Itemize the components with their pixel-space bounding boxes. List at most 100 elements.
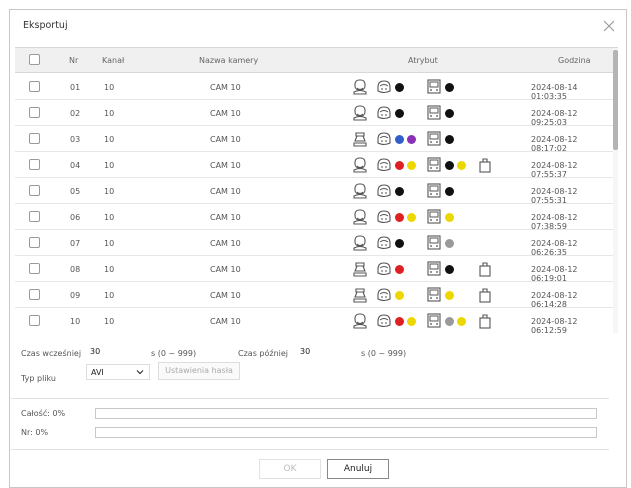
row-checkbox[interactable] (29, 315, 40, 326)
person-body-icon (353, 288, 367, 303)
vehicle-color-dot (445, 265, 454, 274)
cell-kanal: 10 (104, 265, 115, 274)
progress-total-label: Całość: 0% (21, 409, 66, 418)
cell-godzina: 2024-08-12 06:12:59 (531, 317, 578, 333)
table-row[interactable]: 10 10 CAM 10 2024-08-12 06:12:59 (15, 308, 615, 333)
cell-kanal: 10 (104, 187, 115, 196)
cell-kanal: 10 (104, 109, 115, 118)
bag-icon (479, 288, 491, 303)
vehicle-attribute-icon (427, 261, 441, 276)
table-row[interactable]: 03 10 CAM 10 2024-08-12 08:17:02 (15, 126, 615, 153)
face-color-dot (395, 265, 404, 274)
face-color-dot (407, 135, 416, 144)
cell-godzina: 2024-08-12 06:19:01 (531, 265, 578, 283)
face-attribute-icon (377, 158, 391, 172)
face-attribute-icon (377, 262, 391, 276)
header-atrybut: Atrybut (408, 56, 438, 65)
cell-nr: 09 (70, 291, 81, 300)
vehicle-color-dot (457, 161, 466, 170)
row-checkbox[interactable] (29, 211, 40, 222)
cell-atrybut (353, 183, 513, 199)
cell-nr: 06 (70, 213, 81, 222)
cell-kanal: 10 (104, 291, 115, 300)
progress-nr-bar (95, 427, 597, 438)
table-row[interactable]: 01 10 CAM 10 2024-08-14 01:03:35 (15, 74, 615, 101)
face-color-dot (395, 317, 404, 326)
cell-godzina: 2024-08-12 07:38:59 (531, 213, 578, 231)
table-row[interactable]: 09 10 CAM 10 2024-08-12 06:14:28 (15, 282, 615, 309)
row-checkbox[interactable] (29, 289, 40, 300)
face-color-dot (395, 291, 404, 300)
row-checkbox[interactable] (29, 263, 40, 274)
select-all-checkbox[interactable] (29, 54, 40, 65)
cell-atrybut (353, 209, 513, 225)
table-scrollbar[interactable] (613, 48, 618, 333)
face-color-dot (395, 83, 404, 92)
czas-wczesniej-label: Czas wcześniej (21, 349, 82, 358)
ok-button[interactable]: OK (259, 459, 321, 479)
row-checkbox[interactable] (29, 185, 40, 196)
progress-total-bar (95, 408, 597, 419)
vehicle-attribute-icon (427, 313, 441, 328)
face-person-icon (353, 157, 367, 173)
vehicle-color-dot (445, 83, 454, 92)
vehicle-attribute-icon (427, 79, 441, 94)
table-row[interactable]: 06 10 CAM 10 2024-08-12 07:38:59 (15, 204, 615, 231)
cell-atrybut (353, 313, 513, 329)
cell-nazwa-kamery: CAM 10 (210, 213, 241, 222)
cell-nazwa-kamery: CAM 10 (210, 109, 241, 118)
face-person-icon (353, 79, 367, 95)
cell-nr: 05 (70, 187, 81, 196)
progress-nr-label: Nr: 0% (21, 428, 49, 437)
vehicle-color-dot (457, 317, 466, 326)
cell-nr: 08 (70, 265, 81, 274)
bag-icon (479, 158, 491, 173)
cell-godzina: 2024-08-12 08:17:02 (531, 135, 578, 153)
cell-atrybut (353, 105, 513, 121)
face-color-dot (407, 317, 416, 326)
cell-kanal: 10 (104, 83, 115, 92)
chevron-down-icon (136, 370, 144, 375)
header-nazwa-kamery: Nazwa kamery (199, 56, 259, 65)
face-person-icon (353, 209, 367, 225)
cell-atrybut (353, 261, 513, 277)
face-person-icon (353, 105, 367, 121)
cell-nazwa-kamery: CAM 10 (210, 291, 241, 300)
table-header: Nr Kanał Nazwa kamery Atrybut Godzina (15, 48, 615, 73)
typ-pliku-select[interactable]: AVI (86, 364, 150, 380)
table-row[interactable]: 04 10 CAM 10 2024-08-12 07:55:37 (15, 152, 615, 179)
cell-kanal: 10 (104, 239, 115, 248)
cell-nr: 02 (70, 109, 81, 118)
cell-godzina: 2024-08-12 06:14:28 (531, 291, 578, 309)
person-body-icon (353, 262, 367, 277)
typ-pliku-value: AVI (91, 368, 104, 377)
czas-wczesniej-input[interactable]: 30 (86, 344, 142, 360)
close-icon[interactable] (602, 19, 616, 33)
row-checkbox[interactable] (29, 133, 40, 144)
vehicle-color-dot (445, 317, 454, 326)
cancel-button[interactable]: Anuluj (327, 459, 389, 479)
scrollbar-thumb[interactable] (613, 50, 618, 150)
cell-atrybut (353, 131, 513, 147)
cell-atrybut (353, 287, 513, 303)
table-row[interactable]: 05 10 CAM 10 2024-08-12 07:55:31 (15, 178, 615, 205)
cell-nr: 03 (70, 135, 81, 144)
header-nr: Nr (69, 56, 79, 65)
table-row[interactable]: 08 10 CAM 10 2024-08-12 06:19:01 (15, 256, 615, 283)
ustawienia-hasla-button[interactable]: Ustawienia hasła (158, 362, 240, 380)
cell-godzina: 2024-08-12 07:55:37 (531, 161, 578, 179)
row-checkbox[interactable] (29, 81, 40, 92)
row-checkbox[interactable] (29, 237, 40, 248)
cell-kanal: 10 (104, 135, 115, 144)
table-row[interactable]: 07 10 CAM 10 2024-08-12 06:26:35 (15, 230, 615, 257)
face-color-dot (407, 213, 416, 222)
czas-pozniej-input[interactable]: 30 (296, 344, 352, 360)
divider (11, 398, 609, 399)
face-color-dot (407, 161, 416, 170)
table-row[interactable]: 02 10 CAM 10 2024-08-12 09:25:03 (15, 100, 615, 127)
cell-nr: 01 (70, 83, 81, 92)
row-checkbox[interactable] (29, 159, 40, 170)
row-checkbox[interactable] (29, 107, 40, 118)
cell-nr: 07 (70, 239, 81, 248)
dialog-title: Eksportuj (23, 20, 68, 31)
